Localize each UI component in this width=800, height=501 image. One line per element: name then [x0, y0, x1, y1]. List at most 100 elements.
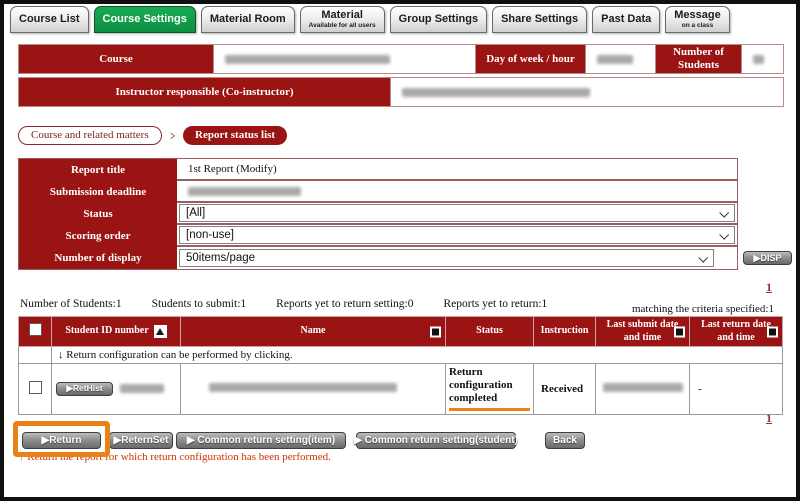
redacted-day — [597, 55, 633, 64]
status-cell[interactable]: Return configuration completed — [446, 364, 534, 415]
course-info-row: Course Day of week / hour Number of Stud… — [18, 44, 784, 74]
submission-deadline-value-row — [177, 181, 737, 203]
summary-stats: Number of Students:1 Students to submit:… — [20, 298, 547, 310]
filled-square-glyph — [676, 328, 683, 335]
report-filter-table: Report title Submission deadline Status … — [18, 158, 738, 270]
tab-course-list[interactable]: Course List — [10, 6, 89, 33]
student-id-header-label: Student ID number — [65, 325, 148, 338]
tab-sublabel: on a class — [682, 22, 713, 29]
filled-square-glyph — [769, 328, 776, 335]
last-return-cell: - — [690, 364, 783, 415]
filter-values-column: 1st Report (Modify) [All] [non-use] 50it… — [177, 159, 737, 269]
triangle-up-glyph — [156, 328, 164, 335]
course-label: Course — [19, 45, 214, 73]
report-title-value: 1st Report (Modify) — [179, 163, 277, 175]
instructor-info-row: Instructor responsible (Co-instructor) — [18, 77, 784, 107]
day-of-week-label: Day of week / hour — [476, 45, 586, 73]
disp-button[interactable]: ▶DISP — [743, 251, 792, 265]
status-value: Return configuration completed — [449, 366, 530, 406]
scoring-order-label: Scoring order — [19, 225, 177, 247]
note-empty-cell — [19, 347, 52, 364]
app-window: Course List Course Settings Material Roo… — [0, 0, 800, 501]
back-button[interactable]: Back — [545, 432, 585, 449]
stat-reports-yet-to-return: Reports yet to return:1 — [444, 298, 548, 310]
tab-message[interactable]: Messageon a class — [665, 6, 729, 33]
select-all-header-cell — [19, 317, 52, 347]
instructor-label: Instructor responsible (Co-instructor) — [19, 78, 391, 106]
redacted-deadline — [188, 187, 301, 196]
report-title-label: Report title — [19, 159, 177, 181]
table-note-row: ↓ Return configuration can be performed … — [19, 347, 783, 364]
number-of-students-label: Number of Students — [656, 45, 742, 73]
instruction-header-cell: Instruction — [534, 317, 596, 347]
last-return-header-cell: Last return date and time — [690, 317, 783, 347]
stat-reports-yet-return-setting: Reports yet to return setting:0 — [276, 298, 413, 310]
status-label: Status — [19, 203, 177, 225]
row-checkbox[interactable] — [29, 381, 42, 394]
breadcrumb-report-status-list: Report status list — [183, 126, 287, 145]
tab-material-room[interactable]: Material Room — [201, 6, 295, 33]
stat-number-of-students: Number of Students:1 — [20, 298, 122, 310]
status-selected-value: [All] — [186, 207, 205, 219]
name-column-toggle-icon[interactable] — [430, 326, 441, 337]
tab-label: Group Settings — [399, 13, 478, 26]
number-of-display-label: Number of display — [19, 247, 177, 269]
tab-label: Material — [321, 9, 363, 22]
page-number-link-bottom[interactable]: 1 — [766, 411, 772, 426]
number-of-display-value-row: 50items/page — [177, 247, 737, 269]
common-return-setting-item-button[interactable]: ▶ Common return setting(item) — [176, 432, 346, 449]
page-number-link-top[interactable]: 1 — [766, 280, 772, 295]
select-all-checkbox[interactable] — [29, 323, 42, 336]
chevron-down-icon — [719, 229, 729, 239]
rethist-button[interactable]: ▶RetHist — [56, 382, 113, 396]
name-header-cell: Name — [181, 317, 446, 347]
submission-deadline-label: Submission deadline — [19, 181, 177, 203]
display-selected-value: 50items/page — [186, 252, 255, 264]
tab-group-settings[interactable]: Group Settings — [390, 6, 487, 33]
tab-sublabel: Available for all users — [309, 22, 376, 29]
row-select-cell — [19, 364, 52, 415]
tab-label: Material Room — [210, 13, 286, 26]
course-value — [214, 45, 476, 73]
chevron-down-icon — [719, 207, 729, 217]
last-submit-cell — [596, 364, 690, 415]
tab-label: Share Settings — [501, 13, 578, 26]
last-return-column-toggle-icon[interactable] — [767, 326, 778, 337]
tab-material[interactable]: MaterialAvailable for all users — [300, 6, 385, 33]
tab-past-data[interactable]: Past Data — [592, 6, 660, 33]
report-status-table: Student ID number Name Status Instructio… — [18, 316, 783, 415]
number-of-display-select[interactable]: 50items/page — [179, 249, 714, 267]
last-submit-column-toggle-icon[interactable] — [674, 326, 685, 337]
status-select[interactable]: [All] — [179, 204, 735, 222]
tab-label: Course List — [19, 13, 80, 26]
redacted-course-name — [225, 55, 390, 64]
name-header-label: Name — [301, 325, 326, 338]
name-cell — [181, 364, 446, 415]
tab-label: Course Settings — [103, 13, 187, 26]
scoring-order-select[interactable]: [non-use] — [179, 226, 735, 244]
student-id-header-cell: Student ID number — [52, 317, 181, 347]
orange-highlight-underline — [449, 408, 530, 411]
filter-labels-column: Report title Submission deadline Status … — [19, 159, 177, 269]
sort-asc-icon[interactable] — [154, 325, 167, 338]
instructor-value — [391, 78, 783, 106]
scoring-order-value-row: [non-use] — [177, 225, 737, 247]
filled-square-glyph — [432, 328, 439, 335]
status-header-label: Status — [476, 325, 503, 336]
reternset-button[interactable]: ▶ReternSet — [109, 432, 173, 449]
last-submit-header-cell: Last submit date and time — [596, 317, 690, 347]
last-submit-header-label: Last submit date and time — [607, 319, 679, 344]
instruction-cell: Received — [534, 364, 596, 415]
redacted-instructor — [402, 88, 590, 97]
student-id-cell: ▶RetHist — [52, 364, 181, 415]
common-return-setting-student-button[interactable]: ▶ Common return setting(student) — [356, 432, 516, 449]
redacted-submit-date — [603, 383, 683, 392]
breadcrumb-course-related[interactable]: Course and related matters — [18, 126, 162, 145]
tab-course-settings[interactable]: Course Settings — [94, 6, 196, 33]
return-button[interactable]: ▶Return — [22, 432, 101, 449]
instruction-header-label: Instruction — [541, 325, 589, 336]
stat-students-to-submit: Students to submit:1 — [152, 298, 247, 310]
day-of-week-value — [586, 45, 656, 73]
report-title-value-row: 1st Report (Modify) — [177, 159, 737, 181]
tab-share-settings[interactable]: Share Settings — [492, 6, 587, 33]
